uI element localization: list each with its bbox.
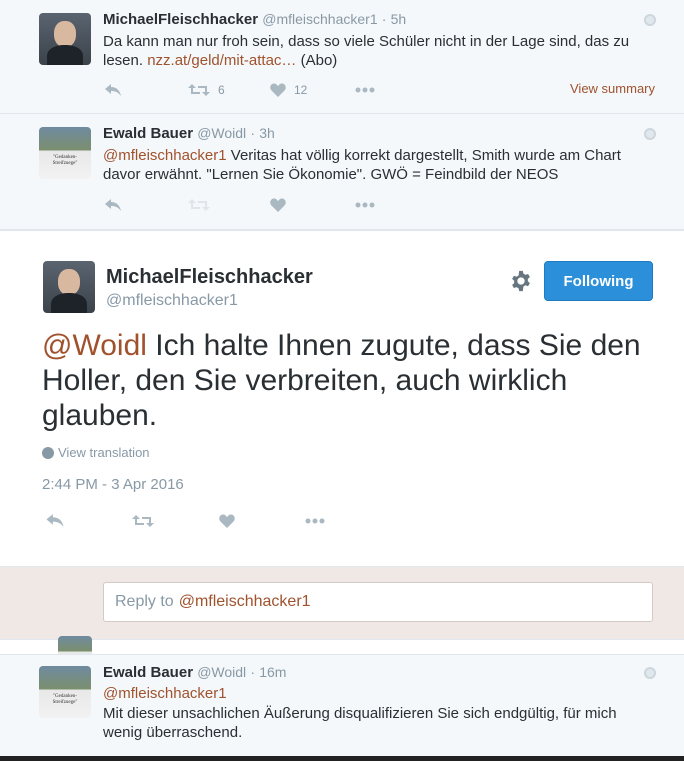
like-button[interactable] <box>219 513 304 528</box>
retweet-icon <box>188 84 210 96</box>
heart-icon <box>219 513 235 528</box>
retweet-count: 6 <box>218 83 225 97</box>
reply-tweet[interactable]: Ewald Bauer @Woidl · 16m @mfleischhacker… <box>0 654 684 761</box>
view-translation-label: View translation <box>58 445 150 460</box>
reply-button[interactable] <box>104 198 188 212</box>
tweet-mention[interactable]: @mfleischhacker1 <box>103 147 227 164</box>
tweet-mention[interactable]: @mfleischhacker1 <box>103 685 227 702</box>
main-tweet-actions <box>45 513 326 528</box>
heart-icon <box>270 198 286 212</box>
reply-input[interactable]: Reply to @mfleischhacker1 <box>103 582 653 622</box>
retweet-button[interactable] <box>132 514 219 528</box>
tweet-text: Da kann man nur froh sein, dass so viele… <box>103 32 648 70</box>
separator-dot: · <box>381 11 387 27</box>
tweet-author-handle[interactable]: @mfleischhacker1 <box>262 11 377 27</box>
avatar[interactable] <box>39 666 91 718</box>
like-count: 12 <box>294 83 308 97</box>
main-author-handle[interactable]: @mfleischhacker1 <box>106 292 238 310</box>
tweet-actions <box>104 198 375 212</box>
reply-icon <box>46 514 64 527</box>
view-summary-link[interactable]: View summary <box>570 81 655 96</box>
retweet-icon <box>132 514 154 527</box>
following-button[interactable]: Following <box>544 261 653 301</box>
globe-icon <box>644 14 656 26</box>
tweet-author-name[interactable]: MichaelFleischhacker <box>103 11 258 28</box>
tweet-time[interactable]: 5h <box>391 11 407 27</box>
reply-button[interactable] <box>104 83 188 97</box>
view-translation-link[interactable]: View translation <box>42 445 150 460</box>
tweet-mention-line: @mfleischhacker1 <box>103 684 227 703</box>
separator-dot: · <box>250 125 256 141</box>
tweet-time[interactable]: 3h <box>259 125 275 141</box>
tweet-text: Mit dieser unsachlichen Äußerung disqual… <box>103 705 617 741</box>
tweet-text: @mfleischhacker1 Veritas hat völlig korr… <box>103 146 648 184</box>
reply-button[interactable] <box>45 513 132 528</box>
globe-icon <box>644 128 656 140</box>
tweet-link[interactable]: nzz.at/geld/mit-attac… <box>147 52 296 69</box>
main-mention[interactable]: @Woidl <box>42 329 147 362</box>
like-button[interactable]: 12 <box>270 83 355 97</box>
tweet-author-name[interactable]: Ewald Bauer <box>103 125 193 142</box>
more-icon <box>305 518 325 523</box>
reply-placeholder-mention: @mfleischhacker1 <box>178 593 311 610</box>
retweet-button[interactable]: 6 <box>188 83 270 97</box>
tweet-text-part: (Abo) <box>296 52 338 69</box>
more-button[interactable] <box>355 202 375 208</box>
context-tweet-2[interactable]: Ewald Bauer @Woidl · 3h @mfleischhacker1… <box>0 114 684 230</box>
tweet-author-handle[interactable]: @Woidl <box>197 125 246 141</box>
avatar[interactable] <box>39 127 91 179</box>
reply-icon <box>105 84 121 96</box>
more-button[interactable] <box>304 518 326 524</box>
globe-icon <box>42 446 54 459</box>
retweet-button <box>188 198 270 212</box>
reply-icon <box>105 199 121 211</box>
like-button[interactable] <box>270 198 355 212</box>
separator-dot: · <box>250 664 256 680</box>
gear-icon[interactable] <box>510 270 532 292</box>
avatar[interactable] <box>39 13 91 65</box>
context-tweet-1[interactable]: MichaelFleischhacker @mfleischhacker1 · … <box>0 0 684 114</box>
more-button[interactable] <box>355 87 375 93</box>
reply-placeholder: Reply to <box>115 593 174 610</box>
tweet-actions: 6 12 <box>104 83 375 97</box>
more-icon <box>355 87 375 93</box>
tweet-author-handle[interactable]: @Woidl <box>197 664 246 680</box>
main-tweet-text: @Woidl Ich halte Ihnen zugute, dass Sie … <box>42 328 652 433</box>
main-author-name[interactable]: MichaelFleischhacker <box>106 266 313 289</box>
tweet-time[interactable]: 16m <box>259 664 286 680</box>
more-icon <box>355 202 375 208</box>
window-bottom-edge <box>0 756 684 761</box>
globe-icon <box>644 667 656 679</box>
main-timestamp[interactable]: 2:44 PM - 3 Apr 2016 <box>42 476 184 493</box>
tweet-author-name[interactable]: Ewald Bauer <box>103 664 193 681</box>
main-avatar[interactable] <box>43 261 95 313</box>
retweet-icon <box>188 199 210 211</box>
heart-icon <box>270 83 286 97</box>
